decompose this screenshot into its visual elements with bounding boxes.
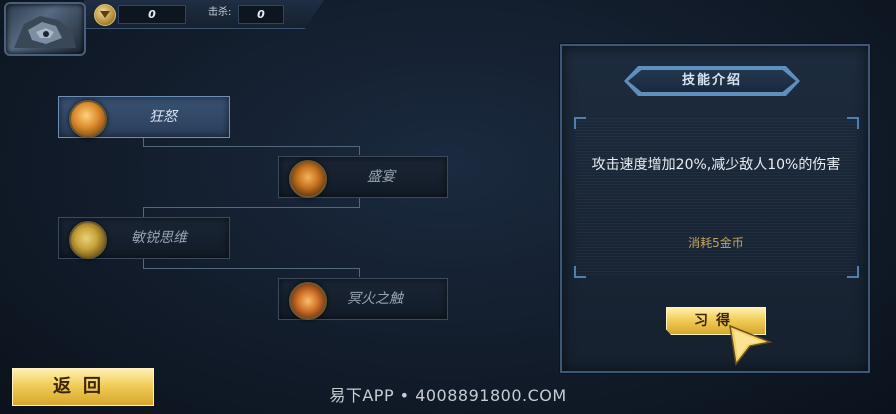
tree-connector xyxy=(143,146,360,147)
mech-portrait-icon xyxy=(14,16,76,48)
skill-node-rage[interactable]: 狂怒 xyxy=(58,96,230,138)
skill-node-nether-fire[interactable]: 冥火之触 xyxy=(278,278,448,320)
player-avatar[interactable] xyxy=(4,2,86,56)
skill-node-keen-mind[interactable]: 敏锐思维 xyxy=(58,217,230,259)
tree-connector xyxy=(143,207,144,217)
coin-counter: 0 xyxy=(118,5,186,24)
tree-connector xyxy=(359,198,360,207)
tree-connector xyxy=(143,207,360,208)
tree-connector xyxy=(143,137,144,146)
nether-fire-icon xyxy=(289,282,327,320)
kill-counter: 0 xyxy=(238,5,284,24)
tree-connector xyxy=(143,259,144,268)
skill-label: 盛宴 xyxy=(367,169,395,185)
skill-label: 敏锐思维 xyxy=(131,230,187,246)
skill-description: 攻击速度增加20%,减少敌人10%的伤害 xyxy=(591,157,841,173)
watermark: 易下APP • 4008891800.COM xyxy=(329,386,567,405)
frame-corner xyxy=(574,266,586,278)
tree-connector xyxy=(359,268,360,277)
keen-mind-icon xyxy=(69,221,107,259)
tutorial-pointer-icon xyxy=(729,324,773,366)
skill-label: 狂怒 xyxy=(149,109,177,125)
skill-label: 冥火之触 xyxy=(347,291,403,307)
skill-node-feast[interactable]: 盛宴 xyxy=(278,156,448,198)
frame-corner xyxy=(574,117,586,129)
frame-corner xyxy=(847,266,859,278)
rage-fist-icon xyxy=(69,100,107,138)
skill-cost: 消耗5金币 xyxy=(688,236,744,250)
kill-label: 击杀: xyxy=(208,7,232,18)
frame-corner xyxy=(847,117,859,129)
feast-claw-icon xyxy=(289,160,327,198)
description-area xyxy=(575,118,857,276)
coin-icon xyxy=(94,4,116,26)
tree-connector xyxy=(143,268,360,269)
panel-title: 技能介绍 xyxy=(628,70,796,92)
tree-connector xyxy=(359,146,360,155)
